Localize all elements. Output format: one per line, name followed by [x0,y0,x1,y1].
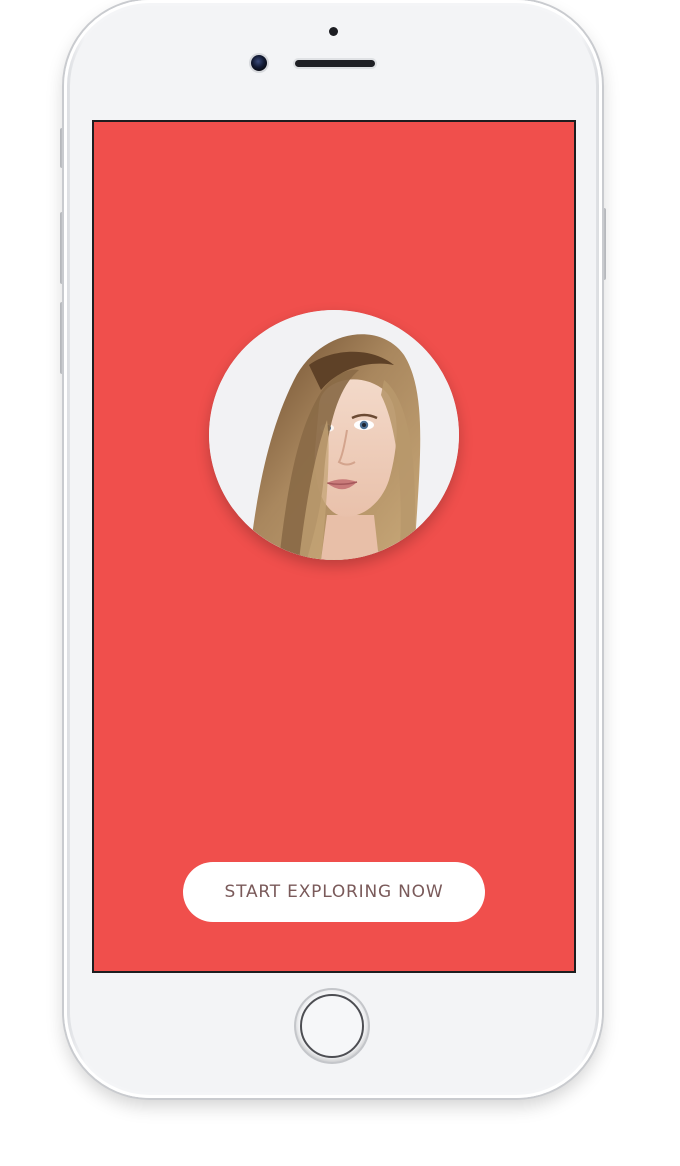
start-exploring-button[interactable]: START EXPLORING NOW [183,862,485,922]
app-screen: START EXPLORING NOW [94,122,574,971]
home-button-icon[interactable] [296,990,368,1062]
profile-photo-illustration [209,310,459,560]
proximity-sensor [329,27,338,36]
avatar[interactable] [209,310,459,560]
camera-icon [251,55,267,71]
earpiece-speaker [295,60,375,67]
stage: START EXPLORING NOW [0,0,680,1166]
